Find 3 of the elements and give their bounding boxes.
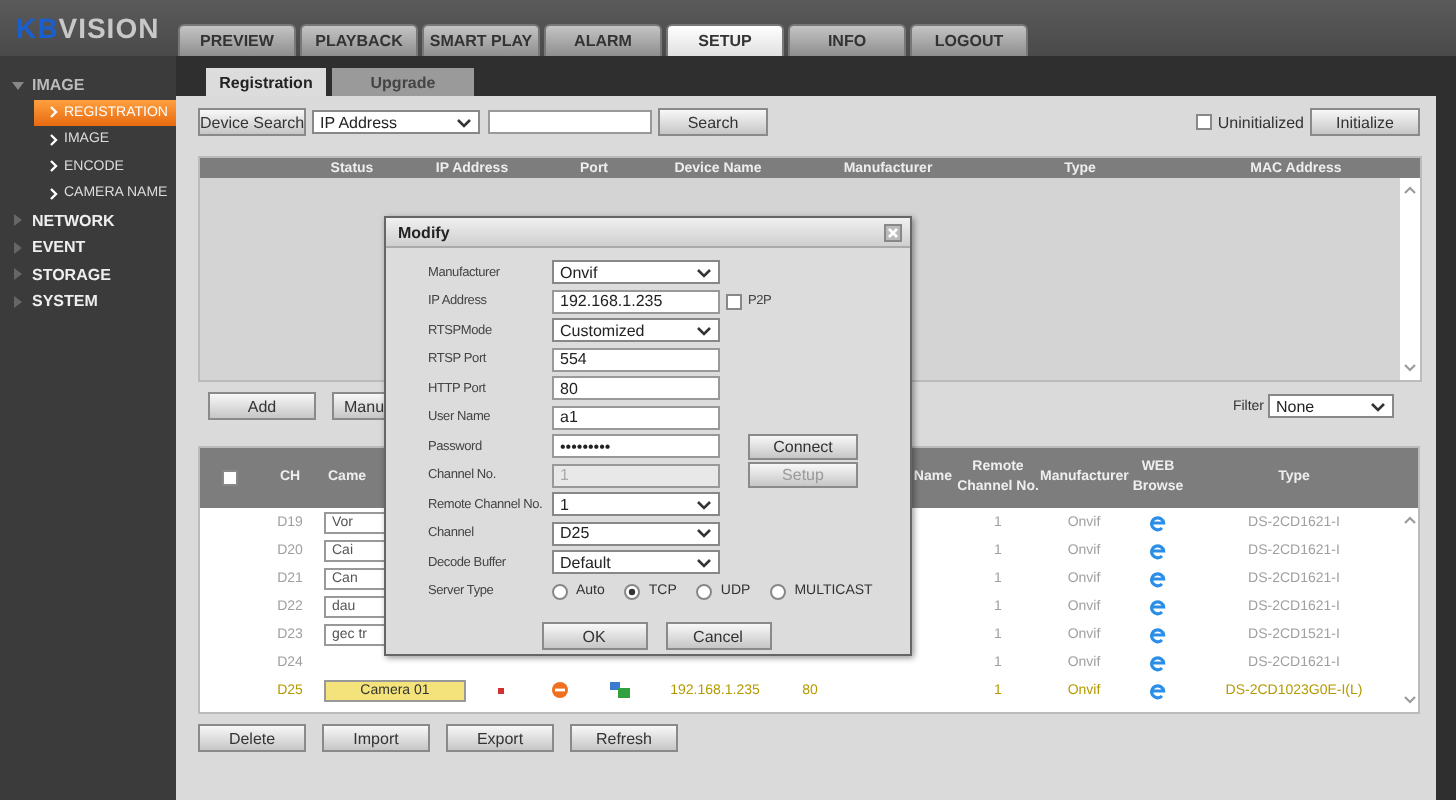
- checkbox-label: Uninitialized: [1217, 113, 1304, 131]
- logo: KBVISION: [14, 12, 162, 44]
- dialog-title: Modify: [398, 223, 450, 241]
